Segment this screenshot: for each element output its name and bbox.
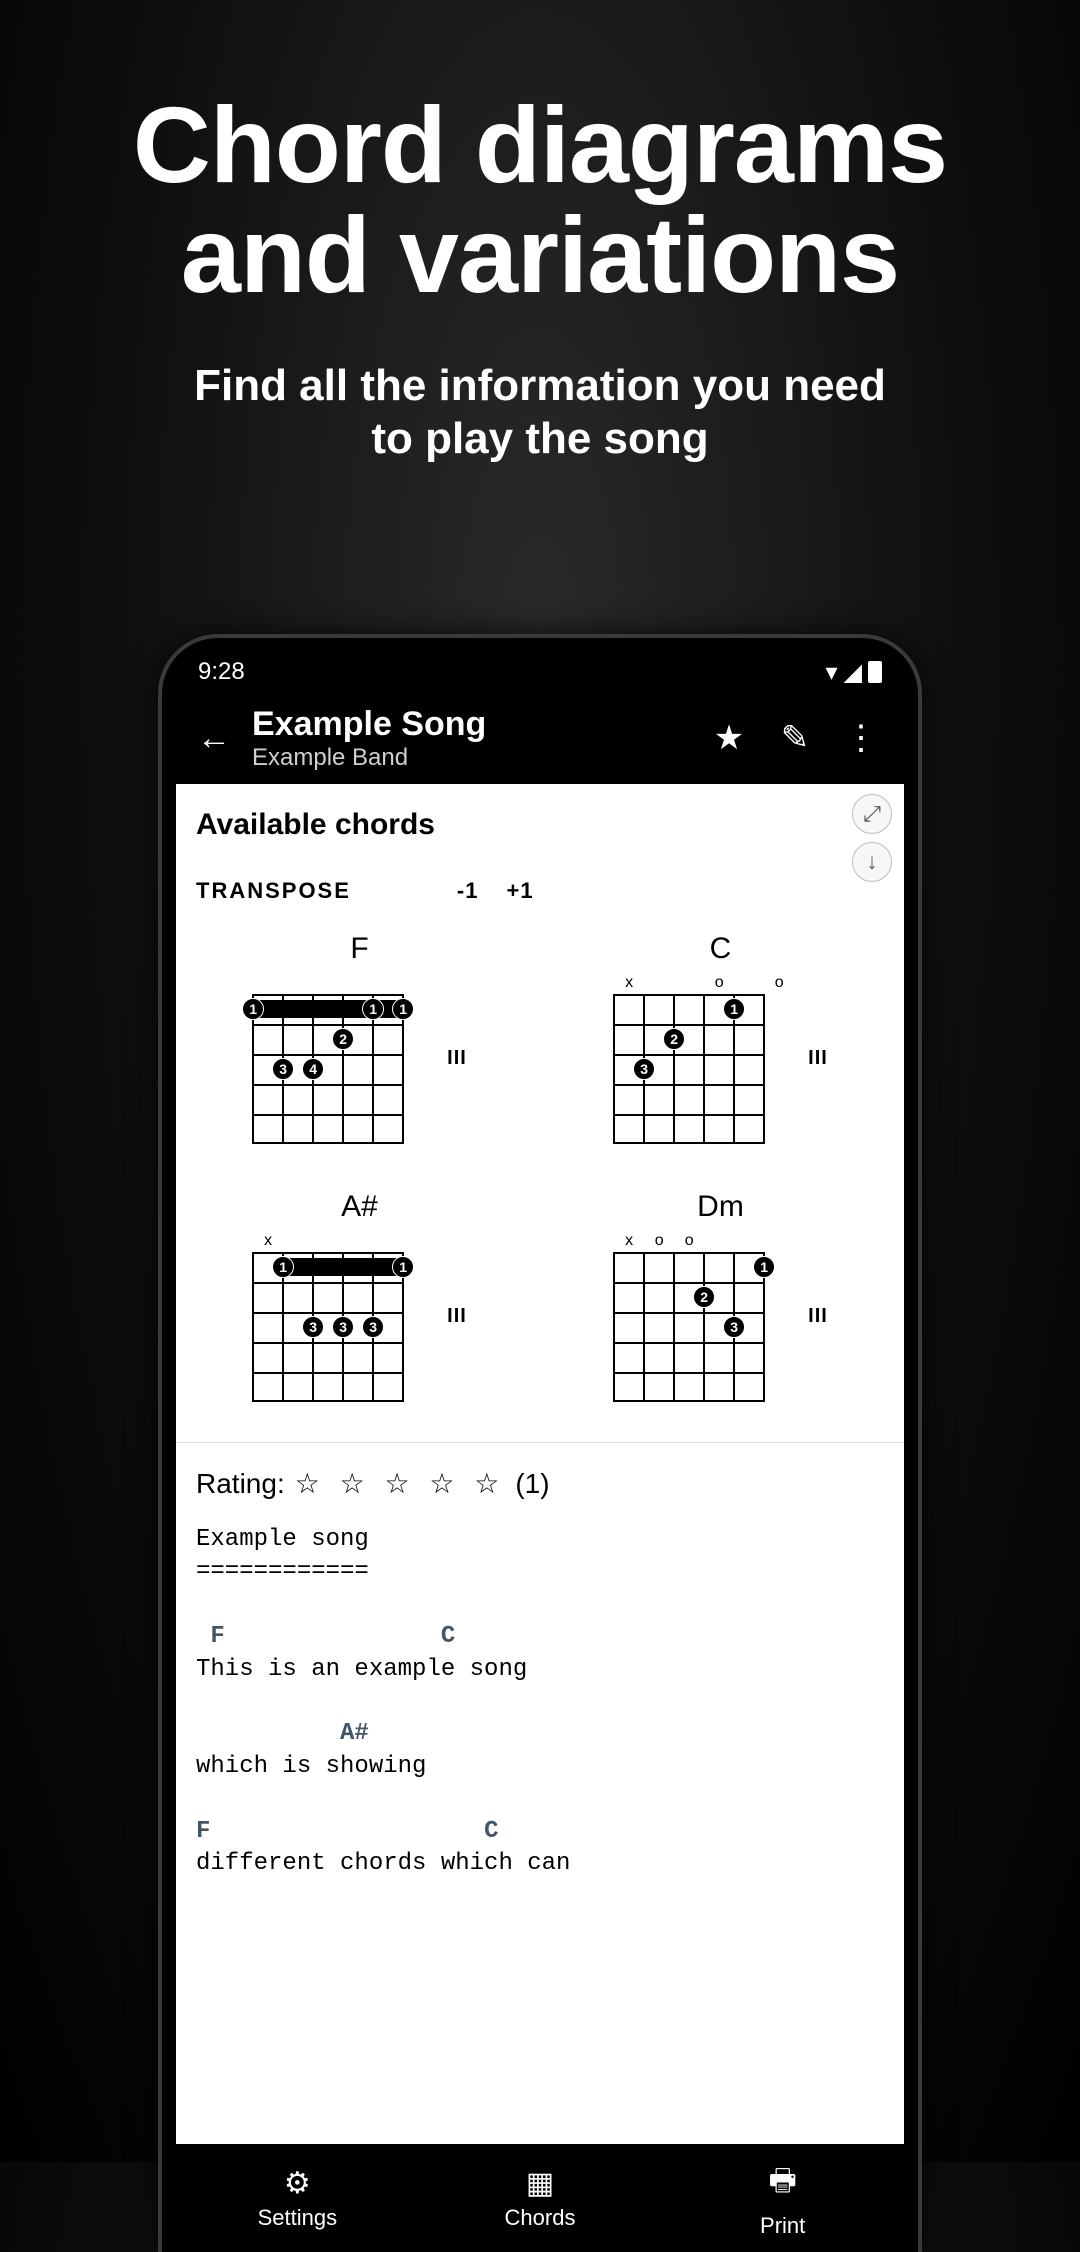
chord-name-label: A# bbox=[341, 1190, 378, 1224]
battery-icon bbox=[868, 661, 882, 683]
promo-title-line1: Chord diagrams bbox=[133, 84, 947, 205]
promo-title-line2: and variations bbox=[181, 194, 899, 315]
chord-diagram: 1 2 3 bbox=[613, 994, 765, 1144]
tab-label: Print bbox=[760, 2213, 805, 2239]
tab-label: Chords bbox=[505, 2205, 576, 2231]
promo-subtitle: Find all the information you need to pla… bbox=[0, 360, 1080, 466]
transpose-down-button[interactable]: -1 bbox=[457, 878, 479, 904]
rating-row[interactable]: Rating: ☆ ☆ ☆ ☆ ☆ (1) bbox=[196, 1467, 884, 1500]
content-area: ⤢ ↓ Available chords TRANSPOSE -1 +1 F bbox=[176, 784, 904, 2144]
chord-a-sharp[interactable]: A# x 1 1 3 3 3 bbox=[196, 1190, 523, 1402]
signal-icon: ◢ bbox=[844, 658, 862, 687]
transpose-up-button[interactable]: +1 bbox=[506, 878, 533, 904]
chord-symbol[interactable]: C bbox=[441, 1623, 455, 1650]
wifi-icon: ▾ bbox=[825, 658, 837, 687]
tab-chords[interactable]: ▦ Chords bbox=[419, 2144, 662, 2252]
chord-symbol[interactable]: A# bbox=[340, 1720, 369, 1747]
phone-frame: 9:28 ▾ ◢ ← Example Song Example Band ★ ✎… bbox=[158, 634, 922, 2252]
promo-subtitle-line2: to play the song bbox=[371, 414, 708, 463]
fret-position-label: III bbox=[447, 1305, 467, 1328]
rating-count: (1) bbox=[515, 1468, 549, 1500]
chord-symbol[interactable]: F bbox=[210, 1623, 224, 1650]
status-clock: 9:28 bbox=[198, 658, 245, 686]
lyric-line: which is showing bbox=[196, 1753, 426, 1780]
fret-position-label: III bbox=[447, 1047, 467, 1070]
chord-diagram: 1 1 1 2 3 4 bbox=[252, 994, 404, 1144]
artist-name: Example Band bbox=[252, 744, 692, 772]
fret-position-label: III bbox=[808, 1047, 828, 1070]
grid-icon: ▦ bbox=[526, 2166, 554, 2201]
chord-diagrams: F 1 1 1 2 3 4 bbox=[196, 932, 884, 1442]
bottom-nav: ⚙ Settings ▦ Chords 🖶 Print bbox=[176, 2144, 904, 2252]
app-bar: ← Example Song Example Band ★ ✎ ⋮ bbox=[176, 692, 904, 784]
phone-screen: 9:28 ▾ ◢ ← Example Song Example Band ★ ✎… bbox=[176, 652, 904, 2252]
chord-diagram: 1 2 3 bbox=[613, 1252, 765, 1402]
tab-print[interactable]: 🖶 Print bbox=[661, 2144, 904, 2252]
back-button[interactable]: ← bbox=[190, 719, 238, 758]
lyric-line: different chords which can bbox=[196, 1850, 570, 1877]
edit-button[interactable]: ✎ bbox=[766, 718, 824, 758]
favorite-button[interactable]: ★ bbox=[700, 718, 758, 758]
rating-stars[interactable]: ☆ ☆ ☆ ☆ ☆ bbox=[295, 1467, 506, 1500]
chord-symbol[interactable]: C bbox=[484, 1818, 498, 1845]
transpose-controls: TRANSPOSE -1 +1 bbox=[196, 878, 884, 904]
divider bbox=[176, 1442, 904, 1443]
status-bar: 9:28 ▾ ◢ bbox=[176, 652, 904, 692]
print-icon: 🖶 bbox=[769, 2158, 797, 2209]
rating-label: Rating: bbox=[196, 1468, 285, 1500]
lyrics-heading: Example song bbox=[196, 1526, 369, 1553]
tab-label: Settings bbox=[258, 2205, 338, 2231]
status-icons: ▾ ◢ bbox=[825, 658, 882, 687]
chord-c[interactable]: C xoo 1 2 3 III bbox=[557, 932, 884, 1144]
fret-position-label: III bbox=[808, 1305, 828, 1328]
chord-dm[interactable]: Dm xoo 1 2 3 III bbox=[557, 1190, 884, 1402]
chord-symbol[interactable]: F bbox=[196, 1818, 210, 1845]
fullscreen-button[interactable]: ⤢ bbox=[852, 794, 892, 834]
chord-name-label: Dm bbox=[697, 1190, 744, 1224]
gear-icon: ⚙ bbox=[284, 2166, 311, 2201]
scroll-down-button[interactable]: ↓ bbox=[852, 842, 892, 882]
chord-diagram: 1 1 3 3 3 bbox=[252, 1252, 404, 1402]
promo-subtitle-line1: Find all the information you need bbox=[194, 361, 886, 410]
chord-f[interactable]: F 1 1 1 2 3 4 bbox=[196, 932, 523, 1144]
overflow-menu-button[interactable]: ⋮ bbox=[832, 718, 890, 758]
lyrics-block: Example song ============ F C This is an… bbox=[196, 1524, 884, 1880]
song-title: Example Song bbox=[252, 705, 692, 744]
chord-name-label: F bbox=[350, 932, 368, 966]
lyric-line: This is an example song bbox=[196, 1656, 527, 1683]
chord-name-label: C bbox=[710, 932, 732, 966]
promo-title: Chord diagrams and variations bbox=[0, 90, 1080, 310]
tab-settings[interactable]: ⚙ Settings bbox=[176, 2144, 419, 2252]
transpose-label: TRANSPOSE bbox=[196, 878, 351, 904]
lyrics-underline: ============ bbox=[196, 1558, 369, 1585]
available-chords-heading: Available chords bbox=[196, 808, 884, 842]
